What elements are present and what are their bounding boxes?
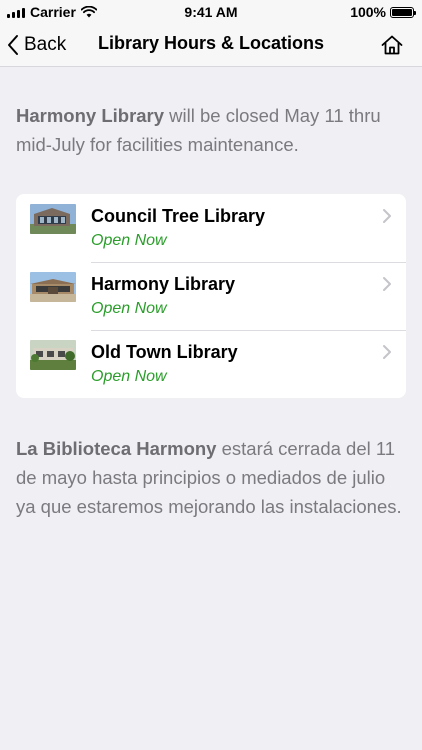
library-name: Harmony Library bbox=[91, 274, 236, 294]
library-name: Council Tree Library bbox=[91, 206, 266, 226]
back-label: Back bbox=[24, 34, 67, 55]
status-bar: Carrier 9:41 AM 100% bbox=[0, 0, 422, 24]
library-list: Council Tree Library Open Now Harmony Li… bbox=[16, 194, 406, 398]
library-photo-icon bbox=[30, 272, 76, 302]
library-row-old-town[interactable]: Old Town Library Open Now bbox=[16, 330, 406, 398]
library-status: Open Now bbox=[91, 368, 167, 385]
chevron-right-icon bbox=[383, 277, 391, 291]
chevron-right-icon bbox=[383, 209, 391, 223]
home-button[interactable] bbox=[378, 31, 406, 59]
home-icon bbox=[381, 35, 403, 55]
chevron-right-icon bbox=[383, 345, 391, 359]
closure-notice-spanish: La Biblioteca Harmony estará cerrada del… bbox=[16, 434, 406, 521]
notice-bold-text: La Biblioteca Harmony bbox=[16, 438, 217, 459]
battery-fill bbox=[392, 8, 412, 16]
battery-percent: 100% bbox=[350, 4, 386, 20]
battery-icon bbox=[390, 6, 416, 18]
library-photo-icon bbox=[30, 340, 76, 370]
back-button[interactable]: Back bbox=[6, 30, 66, 60]
library-status: Open Now bbox=[91, 300, 167, 317]
library-photo-icon bbox=[30, 204, 76, 234]
library-row-council-tree[interactable]: Council Tree Library Open Now bbox=[16, 194, 406, 262]
library-name: Old Town Library bbox=[91, 342, 238, 362]
chevron-left-icon bbox=[8, 35, 18, 55]
page-title: Library Hours & Locations bbox=[97, 33, 325, 53]
navigation-bar: Back Library Hours & Locations bbox=[0, 24, 422, 67]
library-status: Open Now bbox=[91, 232, 167, 249]
library-row-harmony[interactable]: Harmony Library Open Now bbox=[16, 262, 406, 330]
notice-bold-text: Harmony Library bbox=[16, 105, 165, 126]
closure-notice-english: Harmony Library will be closed May 11 th… bbox=[16, 101, 406, 159]
status-right: 100% bbox=[350, 4, 416, 20]
